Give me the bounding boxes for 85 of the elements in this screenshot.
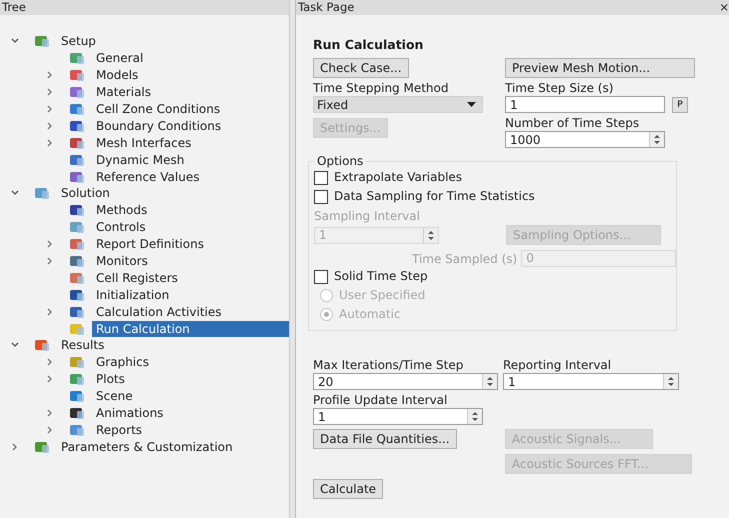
field-label: Profile Update Interval [313, 393, 448, 408]
tree-node-icon [69, 220, 85, 234]
tree-item[interactable]: Report Definitions [92, 236, 289, 252]
number-field[interactable]: 1000 [505, 131, 665, 148]
tree-item[interactable]: Initialization [92, 286, 289, 303]
tree-node-icon [69, 355, 85, 370]
spinner-icon[interactable] [663, 374, 678, 389]
tree-item[interactable]: Boundary Conditions [92, 118, 289, 134]
tree-node-icon [69, 136, 85, 150]
tree-node-icon [69, 102, 85, 116]
tree-item[interactable]: Scene [92, 388, 289, 404]
tree-item[interactable]: Graphics [92, 354, 289, 370]
tree-item[interactable]: Cell Registers [92, 270, 289, 286]
field-label: Max Iterations/Time Step [313, 358, 464, 373]
tree-node-icon [69, 254, 85, 268]
tree-node-icon [69, 422, 85, 437]
panel-title: Tree [2, 0, 26, 15]
tree-node-icon [69, 51, 85, 66]
checkbox[interactable] [314, 170, 328, 184]
number-field[interactable]: 1 [505, 96, 665, 113]
tree-item[interactable]: Materials [92, 84, 289, 100]
tree-item[interactable]: Cell Zone Conditions [92, 101, 289, 117]
tree-item[interactable]: Plots [92, 371, 289, 388]
checkbox[interactable] [314, 270, 328, 284]
checkbox-row[interactable]: Solid Time Step [314, 267, 428, 286]
tree-node-icon [69, 270, 85, 285]
page-heading: Run Calculation [313, 37, 424, 52]
tree-node-icon [69, 304, 85, 319]
tree-item[interactable]: Methods [92, 202, 289, 218]
field-label: Number of Time Steps [505, 116, 640, 131]
tree-node-icon [34, 338, 50, 352]
panel-title: Task Page [298, 0, 354, 15]
number-field[interactable]: 20 [313, 373, 498, 390]
number-field[interactable]: 1 [313, 408, 483, 425]
field-label: Time Sampled (s) [412, 252, 518, 267]
spinner-icon[interactable] [649, 132, 664, 147]
tree-item[interactable]: Monitors [92, 253, 289, 270]
tree-item[interactable]: Reports [92, 422, 289, 438]
spinner-icon[interactable] [467, 409, 482, 424]
group-title: Options [316, 154, 364, 168]
tree-item[interactable]: Parameters & Customization [57, 438, 289, 455]
tree-node-icon [69, 152, 85, 167]
field-label: Time Step Size (s) [505, 81, 614, 96]
tree-node-icon [69, 170, 85, 184]
tree-item[interactable]: Solution [57, 185, 289, 202]
checkbox-row[interactable]: Data Sampling for Time Statistics [314, 187, 535, 206]
tree-item[interactable]: Setup [57, 33, 289, 50]
field-label: Reporting Interval [503, 358, 612, 373]
tree-node-icon [69, 118, 85, 133]
tree-node-icon [69, 372, 85, 386]
tree-node-icon [69, 68, 85, 82]
field-label: Sampling Interval [314, 209, 420, 224]
tree-item[interactable]: Results [57, 337, 289, 354]
tree-item[interactable]: Run Calculation [92, 320, 289, 337]
spinner-icon[interactable] [482, 374, 497, 389]
tree-item[interactable]: Controls [92, 219, 289, 236]
caret-icon [467, 102, 476, 108]
tree-item[interactable]: Models [92, 67, 289, 84]
action-button[interactable]: Check Case... [313, 58, 409, 78]
tree-item[interactable]: Dynamic Mesh [92, 152, 289, 168]
tree-item[interactable]: General [92, 50, 289, 66]
checkbox-row[interactable]: Extrapolate Variables [314, 168, 462, 187]
close-button[interactable]: × [719, 0, 729, 15]
tree-item[interactable]: Calculation Activities [92, 304, 289, 320]
tree-node-icon [69, 203, 85, 218]
tree-item[interactable]: Reference Values [92, 168, 289, 185]
tree-node-icon [69, 237, 85, 252]
tree-node-icon [69, 85, 85, 100]
tree-node-icon [69, 389, 85, 404]
action-button[interactable]: Calculate [313, 479, 384, 499]
action-button[interactable]: Preview Mesh Motion... [505, 58, 695, 78]
method-dropdown[interactable]: Fixed [313, 96, 483, 113]
tree-node-icon [69, 406, 85, 420]
field-label: Time Stepping Method [313, 81, 448, 96]
checkbox[interactable] [314, 190, 328, 204]
tree-node-icon [69, 322, 85, 336]
number-field[interactable]: 1 [503, 373, 679, 390]
tree-node-icon [34, 186, 50, 200]
tree-node-icon [34, 440, 50, 454]
tree-item[interactable]: Mesh Interfaces [92, 134, 289, 151]
tree-item[interactable]: Animations [92, 405, 289, 422]
tree-node-icon [34, 34, 50, 48]
action-button[interactable]: Data File Quantities... [313, 429, 457, 449]
tree-node-icon [69, 288, 85, 302]
parameter-button[interactable]: P [672, 96, 688, 112]
